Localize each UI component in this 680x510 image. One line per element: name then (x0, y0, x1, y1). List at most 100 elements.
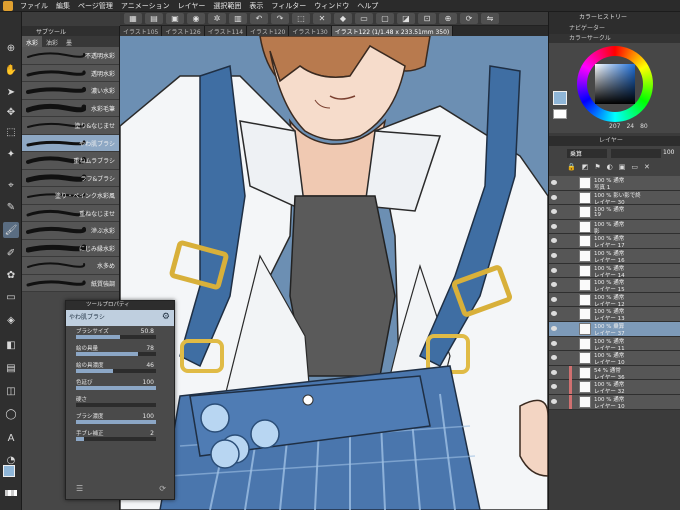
property-value[interactable]: 100 (143, 413, 154, 420)
brush-item[interactable]: 重ねなじませ (22, 204, 119, 222)
mask-icon[interactable]: ◐ (607, 163, 613, 171)
canvas[interactable] (120, 36, 548, 510)
new-file-icon[interactable]: ▦ (124, 13, 142, 24)
airbrush-tool-icon[interactable]: ✐ (3, 245, 19, 261)
settings-icon[interactable]: ✲ (208, 13, 226, 24)
menu-help[interactable]: ヘルプ (353, 1, 382, 11)
ref-icon[interactable]: ⚑ (594, 163, 600, 171)
deselect-icon[interactable]: ▢ (376, 13, 394, 24)
fill-icon[interactable]: ◆ (334, 13, 352, 24)
brush-item[interactable]: 重ねムラブラシ (22, 152, 119, 170)
brush-item[interactable]: 不透明水彩 (22, 47, 119, 65)
redo-icon[interactable]: ↷ (271, 13, 289, 24)
eyedropper-tool-icon[interactable]: ⌖ (3, 177, 19, 193)
layer-row[interactable]: 100 % 乗算 レイヤー 37 (549, 321, 680, 337)
new-layer-icon[interactable]: ▣ (619, 163, 626, 171)
visibility-eye-icon[interactable] (551, 355, 557, 361)
brush-item[interactable]: ラフ&ブラシ (22, 169, 119, 187)
crop-icon[interactable]: ⊡ (418, 13, 436, 24)
open-icon[interactable]: ▤ (145, 13, 163, 24)
opacity-slider[interactable] (611, 149, 661, 158)
brush-item[interactable]: 塗り&なじませ (22, 117, 119, 135)
brush-tool-icon[interactable]: 🖌 (3, 222, 19, 238)
folder-icon[interactable]: ▭ (631, 163, 638, 171)
property-value[interactable]: 100 (143, 379, 154, 386)
brush-item[interactable]: にじみ縁水彩 (22, 239, 119, 257)
visibility-eye-icon[interactable] (551, 194, 557, 200)
property-slider[interactable] (76, 369, 156, 373)
zoom-icon[interactable]: ⊕ (439, 13, 457, 24)
visibility-eye-icon[interactable] (551, 384, 557, 390)
text-tool-icon[interactable]: A (3, 430, 19, 446)
visibility-eye-icon[interactable] (551, 340, 557, 346)
visibility-eye-icon[interactable] (551, 238, 557, 244)
figure-tool-icon[interactable]: ◫ (3, 383, 19, 399)
doc-tab-1[interactable]: イラスト105 (120, 26, 163, 36)
doc-tab-2[interactable]: イラスト126 (162, 26, 205, 36)
blend-mode-select[interactable]: 乗算 (567, 149, 607, 158)
layer-row[interactable]: 100 % 通常 写真 1 (549, 176, 680, 191)
sub-color-swatch-right[interactable] (553, 109, 567, 119)
doc-tab-5[interactable]: イラスト130 (289, 26, 332, 36)
doc-tab-3[interactable]: イラスト114 (204, 26, 248, 36)
visibility-eye-icon[interactable] (551, 180, 557, 185)
layer-row[interactable]: 100 % 通常 レイヤー 17 (549, 234, 680, 249)
color-history-tab[interactable]: カラーヒストリー (549, 12, 680, 24)
layer-row[interactable]: 100 % 通常影 (549, 219, 680, 235)
current-color-swatch[interactable] (553, 91, 567, 105)
property-slider[interactable] (76, 352, 156, 356)
property-value[interactable]: 78 (146, 345, 154, 352)
layer-panel-tab[interactable]: レイヤー (549, 136, 680, 146)
clip-icon[interactable]: ◩ (582, 163, 589, 171)
menu-view[interactable]: 表示 (245, 1, 267, 11)
doc-tab-4[interactable]: イラスト120 (247, 26, 290, 36)
property-value[interactable]: 50.8 (141, 328, 154, 335)
transparent-color-icon[interactable] (5, 490, 17, 496)
brush-item[interactable]: 水多め (22, 257, 119, 275)
layer-row[interactable]: 54 % 通常 レイヤー 36 (549, 365, 680, 381)
eraser-tool-icon[interactable]: ▭ (3, 289, 19, 305)
menu-edit[interactable]: 編集 (52, 1, 74, 11)
brush-item[interactable]: 水彩毛筆 (22, 99, 119, 117)
brush-item[interactable]: 紙質強調 (22, 274, 119, 292)
menu-icon[interactable]: ☰ (76, 484, 83, 493)
layer-row[interactable]: 100 % 通常 レイヤー 16 (549, 248, 680, 264)
visibility-eye-icon[interactable] (551, 223, 557, 229)
layer-row[interactable]: 100 % 通常 レイヤー 11 (549, 336, 680, 352)
zoom-tool-icon[interactable]: ⊕ (3, 40, 19, 56)
property-value[interactable]: 2 (150, 430, 154, 437)
visibility-eye-icon[interactable] (551, 267, 557, 273)
brush-item[interactable]: 滲ぶ水彩 (22, 222, 119, 240)
tool-property-title[interactable]: ツールプロパティ (66, 301, 174, 310)
property-slider[interactable] (76, 386, 156, 390)
layer-row[interactable]: 100 % 通常 レイヤー 13 (549, 307, 680, 322)
frame-tool-icon[interactable]: ◯ (3, 406, 19, 422)
navigator-tab[interactable]: ナビゲーター (549, 24, 680, 34)
layer-row[interactable]: 100 % 通常 レイヤー 12 (549, 292, 680, 308)
save-icon[interactable]: ▣ (166, 13, 184, 24)
flip-icon[interactable]: ⇋ (481, 13, 499, 24)
brush-item[interactable]: 塗り・ペインク水彩風 (22, 187, 119, 205)
brush-item[interactable]: 透明水彩 (22, 64, 119, 82)
undo-icon[interactable]: ↶ (250, 13, 268, 24)
main-color-swatch[interactable] (3, 465, 15, 477)
rotate-icon[interactable]: ⟳ (460, 13, 478, 24)
layer-row[interactable]: 100 % 通常 レイヤー 15 (549, 278, 680, 293)
hand-tool-icon[interactable]: ✋ (3, 62, 19, 78)
selection-tool-icon[interactable]: ⬚ (3, 124, 19, 140)
visibility-eye-icon[interactable] (551, 369, 557, 375)
visibility-eye-icon[interactable] (551, 282, 557, 288)
subtool-tab-ink[interactable]: 墨 (62, 36, 76, 47)
property-slider[interactable] (76, 437, 156, 441)
fill-tool-icon[interactable]: ◧ (3, 337, 19, 353)
blend-tool-icon[interactable]: ◈ (3, 312, 19, 328)
wrench-icon[interactable]: ⚙ (162, 312, 170, 322)
menu-window[interactable]: ウィンドウ (310, 1, 353, 11)
subtool-tab-watercolor[interactable]: 水彩 (22, 36, 43, 47)
select-all-icon[interactable]: ▭ (355, 13, 373, 24)
menu-layer[interactable]: レイヤー (174, 1, 210, 11)
visibility-eye-icon[interactable] (551, 325, 557, 331)
reset-icon[interactable]: ⟳ (159, 484, 166, 493)
visibility-eye-icon[interactable] (551, 311, 557, 317)
saturation-value-square[interactable] (595, 64, 635, 104)
